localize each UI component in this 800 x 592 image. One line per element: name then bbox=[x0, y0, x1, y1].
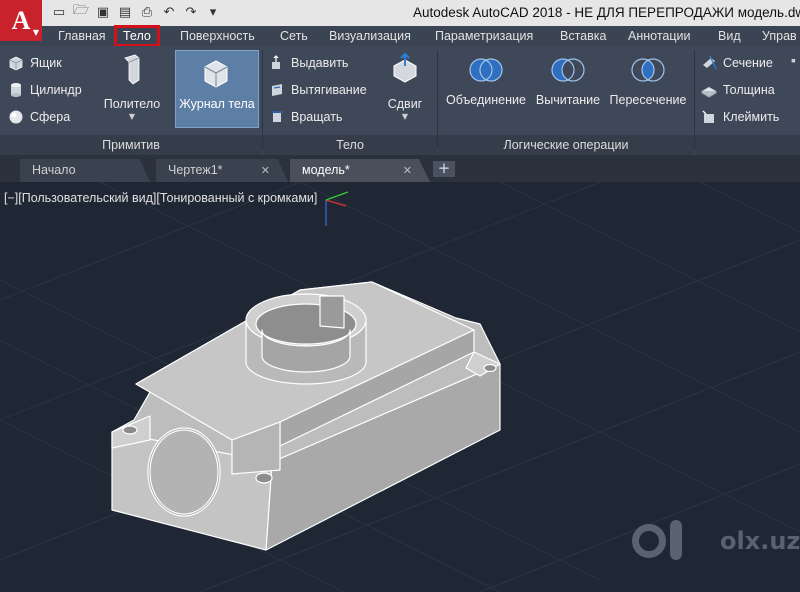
revolve-icon bbox=[271, 111, 283, 122]
section-button[interactable]: Сечение bbox=[701, 55, 773, 71]
panel-title-section bbox=[695, 135, 800, 155]
subtract-icon bbox=[551, 58, 585, 82]
close-icon[interactable]: ✕ bbox=[403, 159, 412, 182]
customize-icon[interactable]: ▾ bbox=[204, 3, 222, 21]
imprint-icon bbox=[702, 110, 714, 123]
intersect-button[interactable]: Пересечение bbox=[606, 56, 690, 107]
polysolid-icon bbox=[124, 54, 140, 85]
polysolid-button[interactable]: Политело ▼ bbox=[102, 52, 162, 121]
tab-visualize[interactable]: Визуализация bbox=[329, 29, 411, 43]
union-button[interactable]: Объединение bbox=[442, 56, 530, 107]
union-icon bbox=[469, 58, 503, 82]
tab-insert[interactable]: Вставка bbox=[560, 29, 606, 43]
quick-access-toolbar: ▭ 🗁 ▣ ▤ ⎙ ↶ ↷ ▾ bbox=[50, 3, 222, 21]
file-tab-model[interactable]: модель* ✕ bbox=[290, 159, 430, 182]
chevron-down-icon: ▼ bbox=[401, 112, 409, 121]
panel-solid: Выдавить Вытягивание Вращать Сдвиг ▼ Тел… bbox=[263, 46, 437, 155]
tab-surface[interactable]: Поверхность bbox=[180, 29, 255, 43]
application-menu-button[interactable]: A ▼ bbox=[0, 0, 42, 41]
panel-boolean: Объединение Вычитание Пересечение Логиче… bbox=[438, 46, 694, 155]
viewport-controls-label[interactable]: [−][Пользовательский вид][Тонированный с… bbox=[4, 191, 317, 205]
solid-history-button[interactable]: Журнал тела bbox=[175, 50, 259, 128]
panel-primitive: Ящик Цилиндр Сфера Политело ▼ Журнал тел… bbox=[0, 46, 262, 155]
cylinder-icon bbox=[11, 83, 21, 97]
cylinder-button[interactable]: Цилиндр bbox=[8, 82, 82, 98]
panel-title-solid: Тело bbox=[263, 135, 437, 155]
revolve-button[interactable]: Вращать bbox=[269, 109, 342, 125]
save-icon[interactable]: ▣ bbox=[94, 3, 112, 21]
intersect-icon bbox=[631, 58, 665, 82]
tab-parametric[interactable]: Параметризация bbox=[435, 29, 533, 43]
undo-icon[interactable]: ↶ bbox=[160, 3, 178, 21]
tab-home[interactable]: Главная bbox=[58, 29, 106, 43]
thicken-icon bbox=[701, 87, 717, 98]
stamp-button[interactable]: Клеймить bbox=[701, 109, 779, 125]
title-bar: ▭ 🗁 ▣ ▤ ⎙ ↶ ↷ ▾ Autodesk AutoCAD 2018 - … bbox=[0, 0, 800, 26]
tab-annotate[interactable]: Аннотации bbox=[628, 29, 690, 43]
ribbon: Ящик Цилиндр Сфера Политело ▼ Журнал тел… bbox=[0, 46, 800, 155]
subtract-button[interactable]: Вычитание bbox=[532, 56, 604, 107]
new-icon[interactable]: ▭ bbox=[50, 3, 68, 21]
solid-model bbox=[111, 281, 501, 551]
chevron-down-icon: ▼ bbox=[128, 112, 136, 121]
tab-manage[interactable]: Управ bbox=[762, 29, 797, 43]
extrude-icon bbox=[272, 55, 280, 69]
loft-icon bbox=[272, 84, 282, 96]
redo-icon[interactable]: ↷ bbox=[182, 3, 200, 21]
presspull-button[interactable]: Сдвиг ▼ bbox=[380, 52, 430, 121]
close-icon[interactable]: ✕ bbox=[261, 159, 270, 182]
tab-mesh[interactable]: Сеть bbox=[280, 29, 308, 43]
box-icon bbox=[9, 56, 23, 71]
thicken-button[interactable]: Толщина bbox=[701, 82, 775, 98]
watermark-text: olx.uz bbox=[720, 527, 800, 555]
panel-title-primitive: Примитив bbox=[0, 135, 262, 155]
panel-overflow-icon[interactable]: ▪ bbox=[791, 52, 796, 68]
sphere-button[interactable]: Сфера bbox=[8, 109, 70, 125]
box-button[interactable]: Ящик bbox=[8, 55, 62, 71]
panel-section: Сечение Толщина Клеймить ▪ bbox=[695, 46, 800, 155]
tab-view[interactable]: Вид bbox=[718, 29, 741, 43]
tab-solid[interactable]: Тело bbox=[114, 25, 160, 47]
solid-history-icon bbox=[204, 60, 228, 88]
open-icon[interactable]: 🗁 bbox=[72, 3, 90, 21]
section-plane-icon bbox=[703, 55, 717, 70]
ribbon-tab-bar: Главная Тело Поверхность Сеть Визуализац… bbox=[0, 25, 800, 47]
window-title: Autodesk AutoCAD 2018 - НЕ ДЛЯ ПЕРЕПРОДА… bbox=[413, 5, 800, 20]
loft-button[interactable]: Вытягивание bbox=[269, 82, 367, 98]
file-tabs-bar: Начало Чертеж1* ✕ модель* ✕ bbox=[0, 155, 800, 182]
autocad-logo-icon: A bbox=[11, 5, 31, 35]
sphere-icon bbox=[9, 110, 23, 124]
presspull-icon bbox=[393, 52, 417, 83]
file-tab-drawing1[interactable]: Чертеж1* ✕ bbox=[156, 159, 288, 182]
save-as-icon[interactable]: ▤ bbox=[116, 3, 134, 21]
new-tab-plus-icon[interactable]: + bbox=[433, 161, 455, 177]
extrude-button[interactable]: Выдавить bbox=[269, 55, 348, 71]
file-tab-start[interactable]: Начало bbox=[20, 159, 150, 182]
plot-icon[interactable]: ⎙ bbox=[138, 3, 156, 21]
panel-title-boolean: Логические операции bbox=[438, 135, 694, 155]
chevron-down-icon: ▼ bbox=[32, 28, 39, 37]
